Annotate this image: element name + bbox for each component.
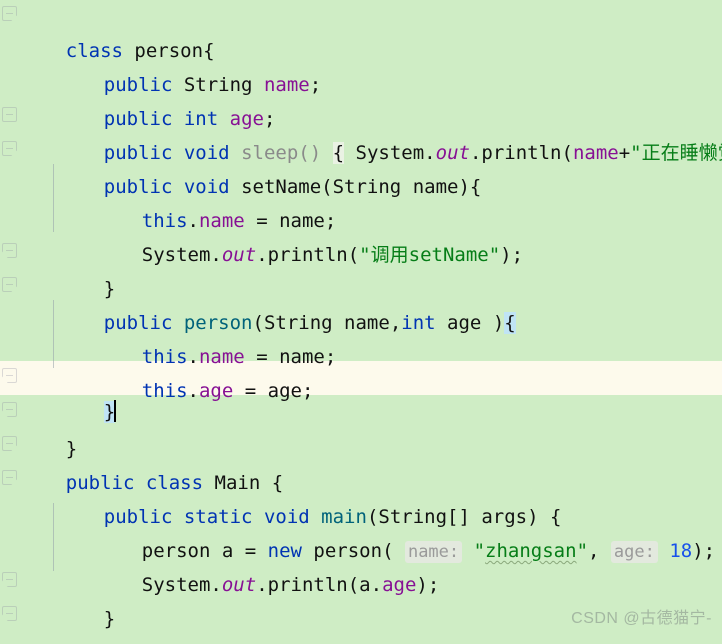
code-line[interactable]: } [0, 568, 722, 630]
code-line[interactable]: public void sleep() { System.out.println… [0, 102, 722, 164]
code-line[interactable]: } [0, 398, 722, 460]
code-line[interactable]: public static void main(String[] args) { [0, 466, 722, 528]
code-line[interactable]: this.name = name; [0, 306, 722, 368]
code-line[interactable]: public int age; [0, 68, 722, 130]
code-line[interactable]: System.out.println(a.age); [0, 534, 722, 596]
code-line[interactable]: System.out.println("调用setName"); [0, 204, 722, 266]
code-line[interactable]: class person{ [0, 0, 722, 62]
code-line[interactable]: this.name = name; [0, 170, 722, 232]
code-line[interactable]: } [0, 238, 722, 300]
watermark: CSDN @古德猫宁- [571, 610, 712, 627]
code-line[interactable]: person a = new person( name: "zhangsan",… [0, 500, 722, 563]
code-line[interactable]: public class Main { [0, 432, 722, 494]
code-line[interactable]: public person(String name,int age ){ [0, 272, 722, 334]
code-line[interactable]: public String name; [0, 34, 722, 96]
code-editor[interactable]: class person{ public String name; public… [0, 0, 722, 644]
code-line[interactable]: public void setName(String name){ [0, 136, 722, 198]
code-line-active[interactable]: } [0, 361, 722, 423]
